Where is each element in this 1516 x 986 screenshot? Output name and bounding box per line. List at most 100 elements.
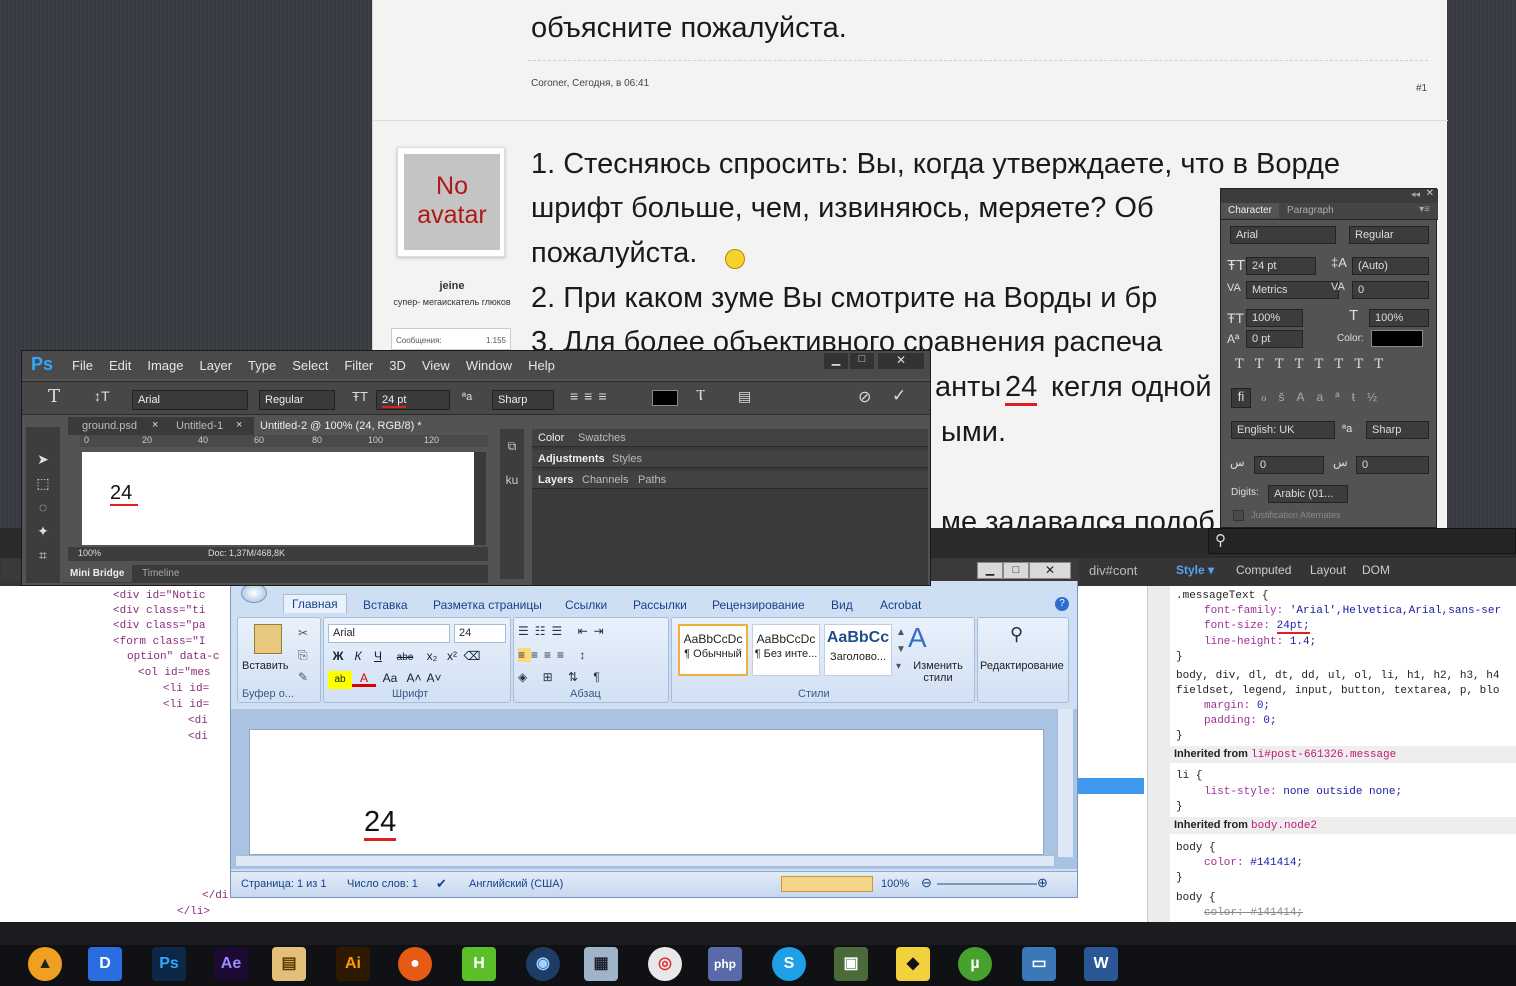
strike-button[interactable]: abe [388,649,422,667]
tracking-field[interactable]: 0 [1352,281,1429,299]
change-case-button[interactable]: Aa [376,669,404,687]
menu-file[interactable]: File [72,358,93,373]
digits-select[interactable]: Arabic (01... [1268,485,1348,503]
office-button[interactable] [241,583,267,603]
ps-style-select[interactable]: Regular [259,390,335,410]
arabic-field-2[interactable]: 0 [1356,456,1429,474]
app-icon-photoshop[interactable]: Ps [152,947,186,981]
tree-line[interactable]: <li id= [163,699,209,711]
style-normal[interactable]: AaBbCcDc ¶ Обычный [678,624,748,676]
menu-window[interactable]: Window [466,358,512,373]
panel-menu-icon[interactable]: ▾≡ [1419,204,1430,215]
ps-vscroll[interactable] [474,452,486,545]
ps-close-button[interactable]: ✕ [878,353,924,369]
document-page[interactable]: 24 [249,729,1044,855]
styles-scroll[interactable]: ▲ ▼ ▾ [896,624,906,675]
paste-icon[interactable] [254,624,282,654]
help-icon[interactable]: ? [1055,597,1069,611]
tab-close-icon[interactable]: × [236,419,242,431]
list-buttons[interactable]: ☰☷☰ ⇤⇥ [518,624,610,638]
highlight-button[interactable]: ab [328,671,352,689]
tab-adjustments[interactable]: Adjustments [538,453,605,465]
avatar[interactable]: No avatar [397,147,505,257]
leading-field[interactable]: (Auto) [1352,257,1429,275]
clear-format-button[interactable]: ⌫ [462,647,482,665]
font-style-select[interactable]: Regular [1349,226,1429,244]
ps-antialias-select[interactable]: Sharp [492,390,554,410]
change-styles-icon[interactable]: A [908,622,927,654]
superscript-button[interactable]: x² [442,647,462,665]
status-page[interactable]: Страница: 1 из 1 [241,878,327,890]
collapse-icon[interactable]: ◂◂ [1411,189,1420,200]
type-tool-icon[interactable]: T [48,386,60,407]
close-button[interactable]: ✕ [1029,562,1071,579]
css-value[interactable]: 0; [1263,715,1276,727]
tree-line[interactable]: <div class="ti [113,605,205,617]
wand-tool-icon[interactable]: ✦ [26,519,60,543]
shading-buttons[interactable]: ◈ ⊞ ⇅ ¶ [518,670,606,684]
app-icon-word[interactable]: W [1084,947,1118,981]
editing-button[interactable]: Редактирование [980,660,1064,672]
zoom-in-icon[interactable]: ⊕ [1037,875,1048,891]
ps-zoom[interactable]: 100% [78,548,101,558]
ps-minimize-button[interactable]: ▁ [824,353,848,369]
horizontal-scrollbar[interactable] [235,855,1055,867]
app-icon-photo-viewer[interactable]: ▭ [1022,947,1056,981]
menu-image[interactable]: Image [147,358,183,373]
copy-icon[interactable]: ⎘ [298,648,308,663]
ku-icon[interactable]: ku [500,463,524,497]
marquee-tool-icon[interactable]: ⬚ [26,471,60,495]
css-value[interactable]: #141414; [1250,857,1303,869]
format-painter-icon[interactable]: ✎ [298,670,308,684]
orientation-icon[interactable]: ↕T [94,388,110,404]
devtools-scrollbar[interactable] [1147,586,1170,922]
ps-maximize-button[interactable]: □ [850,353,874,369]
justification-checkbox[interactable] [1233,510,1244,521]
status-language[interactable]: Английский (США) [469,878,563,890]
canvas-text[interactable]: 24 [110,482,139,506]
tab-style[interactable]: Style ▾ [1176,563,1214,577]
text-style-buttons[interactable]: TTTTTTTT [1235,357,1394,372]
app-icon-daemon[interactable]: D [88,947,122,981]
move-tool-icon[interactable]: ➤ [26,447,60,471]
vertical-scrollbar[interactable] [1057,709,1073,857]
tab-layout[interactable]: Layout [1310,563,1346,577]
kerning-field[interactable]: Metrics [1246,281,1339,299]
tab-styles[interactable]: Styles [612,453,642,465]
crop-tool-icon[interactable]: ⌗ [26,543,60,567]
app-icon-bat[interactable]: ◆ [896,947,930,981]
tab-rassylki[interactable]: Рассылки [633,598,687,612]
tab-character[interactable]: Character [1221,203,1279,218]
font-family-select[interactable]: Arial [1230,226,1336,244]
tree-line[interactable]: <li id= [163,683,209,695]
font-size-combo[interactable]: 24 [454,624,506,643]
tree-line[interactable]: <di [188,715,208,727]
horizontal-scale-field[interactable]: 100% [1369,309,1429,327]
cut-icon[interactable]: ✂ [298,626,308,640]
app-icon-monitor[interactable]: ▣ [834,947,868,981]
app-icon-php[interactable]: php [708,947,742,981]
menu-filter[interactable]: Filter [344,358,373,373]
app-icon-calculator[interactable]: ▦ [584,947,618,981]
app-icon-after-effects[interactable]: Ae [214,947,248,981]
app-icon-skype[interactable]: S [772,947,806,981]
zoom-slider[interactable] [937,883,1037,885]
tab-color[interactable]: Color [538,432,564,444]
subscript-button[interactable]: x₂ [422,647,442,665]
css-value[interactable]: 1.4; [1290,636,1316,648]
close-icon[interactable]: ✕ [1426,188,1434,199]
anti-alias-select[interactable]: Sharp [1366,421,1429,439]
style-no-spacing[interactable]: AaBbCcDc ¶ Без инте... [752,624,820,676]
panels-icon[interactable]: ▤ [738,388,751,405]
font-size-field[interactable]: 24 pt [1246,257,1316,275]
ps-font-select[interactable]: Arial [132,390,248,410]
history-icon[interactable]: ⧉ [500,429,524,463]
tab-timeline[interactable]: Timeline [142,568,179,579]
warp-text-icon[interactable]: Ⲧ [696,387,705,404]
document-text[interactable]: 24 [364,806,397,841]
inherited-link[interactable]: body.node2 [1251,820,1317,832]
tab-layers[interactable]: Layers [538,474,573,486]
tab-razmetka[interactable]: Разметка страницы [433,598,542,612]
baseline-shift-field[interactable]: 0 pt [1246,330,1303,348]
tab-glavnaya[interactable]: Главная [283,594,347,613]
